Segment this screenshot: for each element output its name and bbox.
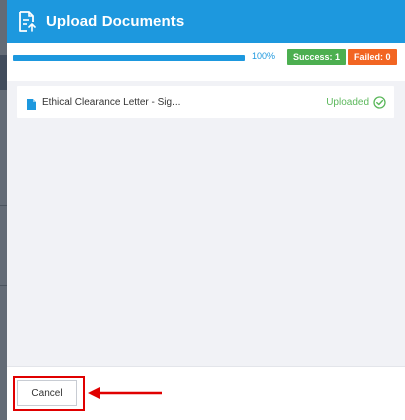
uploaded-file-list: Ethical Clearance Letter - Sig... Upload… bbox=[17, 86, 394, 118]
dialog-header: Upload Documents bbox=[7, 0, 405, 43]
failed-count-badge: Failed: 0 bbox=[348, 49, 397, 65]
upload-document-icon bbox=[18, 10, 36, 33]
file-name: Ethical Clearance Letter - Sig... bbox=[42, 96, 181, 108]
background-divider bbox=[0, 285, 7, 286]
upload-documents-dialog: Upload Documents 100% Success: 1 Failed:… bbox=[7, 0, 405, 420]
dialog-title: Upload Documents bbox=[46, 13, 185, 30]
background-page-strip bbox=[0, 0, 7, 420]
upload-progress-section: 100% Success: 1 Failed: 0 bbox=[7, 43, 405, 81]
progress-percent-label: 100% bbox=[252, 51, 276, 61]
pointer-arrow-icon bbox=[88, 387, 162, 399]
check-circle-icon bbox=[373, 95, 386, 109]
background-divider bbox=[0, 205, 7, 206]
file-upload-status: Uploaded bbox=[326, 96, 369, 108]
file-row: Ethical Clearance Letter - Sig... Upload… bbox=[17, 86, 394, 118]
screen: Upload Documents 100% Success: 1 Failed:… bbox=[0, 0, 405, 420]
dialog-footer: Cancel bbox=[7, 366, 405, 420]
cancel-button[interactable]: Cancel bbox=[17, 380, 77, 406]
upload-progress-bar bbox=[13, 55, 245, 61]
file-icon bbox=[27, 97, 36, 110]
background-band bbox=[0, 55, 7, 90]
upload-progress-fill bbox=[13, 55, 245, 61]
success-count-badge: Success: 1 bbox=[287, 49, 347, 65]
